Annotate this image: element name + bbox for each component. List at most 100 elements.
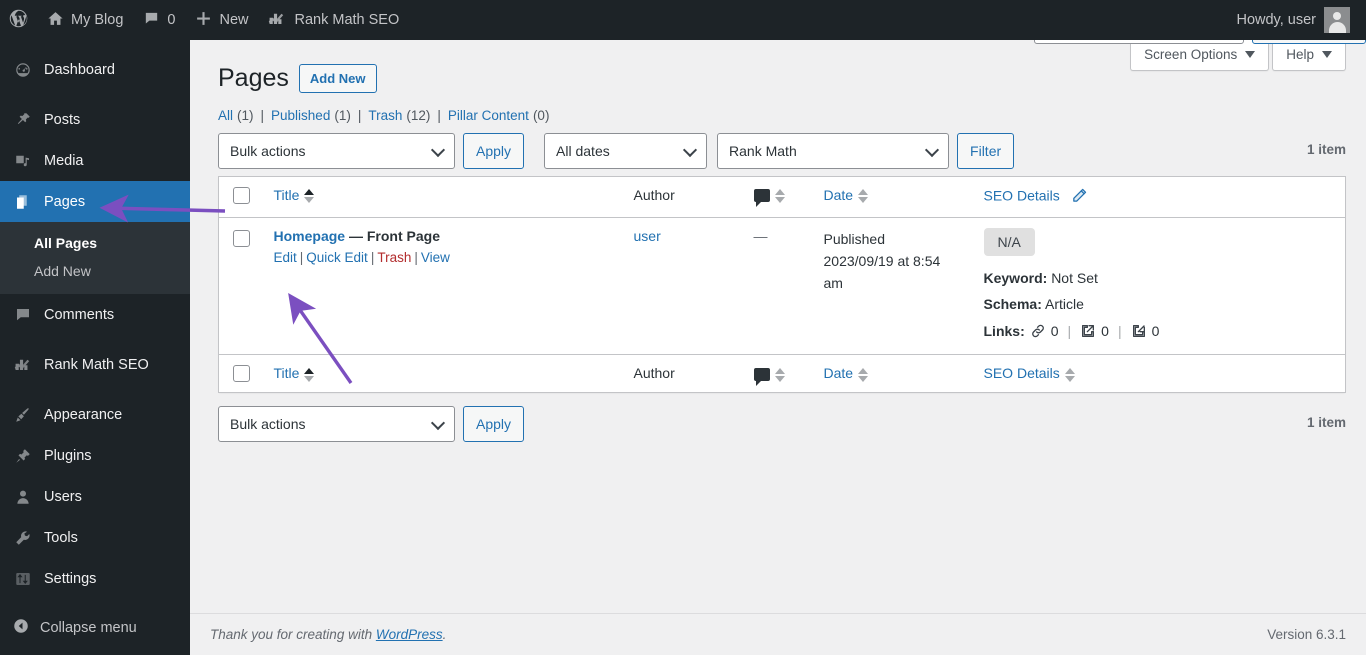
sort-title-link-footer[interactable]: Title (274, 365, 300, 381)
filter-count-trash: (12) (406, 107, 431, 123)
new-content-menu[interactable]: New (185, 0, 258, 40)
quick-edit-row-action[interactable]: Quick Edit (306, 250, 368, 265)
rank-math-menu[interactable]: Rank Math SEO (258, 0, 409, 40)
submenu-item-add-new[interactable]: Add New (0, 257, 190, 285)
table-body: Homepage — Front Page Edit | Quick Edit | Tr… (218, 217, 1346, 355)
column-header-comments[interactable] (743, 176, 814, 218)
seo-details-label[interactable]: SEO Details (984, 187, 1060, 203)
collapse-menu-button[interactable]: Collapse menu (0, 608, 190, 648)
column-footer-seo-details[interactable]: SEO Details (973, 354, 1346, 393)
sidebar-item-label: Tools (44, 529, 78, 546)
submenu-item-all-pages[interactable]: All Pages (0, 229, 190, 257)
sidebar-item-comments[interactable]: Comments (0, 294, 190, 335)
user-avatar[interactable] (1324, 7, 1350, 33)
row-seo-cell: N/A Keyword: Not Set Schema: Article Lin… (974, 217, 1346, 355)
sidebar-item-pages[interactable]: Pages (0, 181, 190, 222)
sort-date-link-footer[interactable]: Date (824, 365, 854, 381)
column-footer-title[interactable]: Title (263, 354, 624, 393)
search-pages-button[interactable]: Search Pages (1252, 40, 1366, 44)
sidebar-item-dashboard[interactable]: Dashboard (0, 49, 190, 90)
filter-link-pillar-content[interactable]: Pillar Content (448, 108, 529, 123)
seo-details-label-footer[interactable]: SEO Details (984, 365, 1060, 381)
sidebar-item-tools[interactable]: Tools (0, 517, 190, 558)
howdy-menu[interactable]: Howdy, user (1226, 0, 1316, 40)
filter-count-pillar-content: (0) (532, 107, 550, 123)
sidebar-item-appearance[interactable]: Appearance (0, 394, 190, 435)
sort-indicator-seo (1064, 367, 1075, 382)
menu-spacer-1 (0, 90, 190, 99)
row-checkbox[interactable] (233, 229, 250, 247)
sidebar-item-users[interactable]: Users (0, 476, 190, 517)
help-button[interactable]: Help (1272, 40, 1346, 71)
collapse-menu-label: Collapse menu (40, 620, 137, 636)
filter-link-trash[interactable]: Trash (368, 108, 402, 123)
add-new-button[interactable]: Add New (298, 63, 377, 93)
column-footer-date[interactable]: Date (813, 354, 974, 393)
seo-keyword-label: Keyword: (983, 269, 1048, 286)
search-input[interactable] (1034, 40, 1245, 44)
sort-date-link[interactable]: Date (824, 187, 854, 203)
footer-thanks-prefix: Thank you for creating with (210, 627, 376, 642)
plus-icon (195, 10, 212, 31)
rank-math-filter-select[interactable]: Rank Math (717, 132, 950, 169)
filter-link-published[interactable]: Published (271, 108, 330, 123)
column-header-seo-details[interactable]: SEO Details (973, 176, 1346, 218)
seo-keyword-line: Keyword: Not Set (984, 265, 1336, 292)
tablenav-bottom: Bulk actions Apply 1 item (218, 405, 1346, 443)
pencil-edit-icon[interactable] (1071, 187, 1088, 207)
external-link-icon (1080, 323, 1096, 339)
rank-math-icon (12, 355, 34, 375)
filter-link-all[interactable]: All (218, 108, 233, 123)
sidebar-item-plugins[interactable]: Plugins (0, 435, 190, 476)
sidebar-item-media[interactable]: Media (0, 140, 190, 181)
seo-schema-line: Schema: Article (984, 291, 1336, 318)
displaying-num-bottom: 1 item (1306, 415, 1346, 431)
tablenav-top: Bulk actions Apply All dates Rank Math F… (218, 132, 1346, 170)
sidebar-item-settings[interactable]: Settings (0, 558, 190, 599)
sidebar-item-label: Appearance (44, 406, 123, 423)
seo-schema-label: Schema: (983, 296, 1042, 313)
edit-row-action[interactable]: Edit (274, 250, 297, 265)
bulk-actions-select[interactable]: Bulk actions (218, 132, 455, 169)
sort-title-link[interactable]: Title (274, 187, 300, 203)
comments-menu[interactable]: 0 (133, 0, 185, 40)
plug-icon (12, 446, 34, 466)
site-name-menu[interactable]: My Blog (37, 0, 133, 40)
row-date-value: 2023/09/19 at 8:54 am (823, 252, 941, 292)
column-author-label: Author (633, 365, 675, 382)
sidebar-item-label: Comments (44, 306, 115, 323)
incoming-link-icon (1131, 323, 1147, 339)
bulk-actions-select-bottom[interactable]: Bulk actions (218, 406, 455, 443)
filter-button[interactable]: Filter (957, 132, 1015, 169)
row-title-link[interactable]: Homepage (274, 228, 346, 244)
row-author-link[interactable]: user (634, 228, 661, 244)
pages-submenu: All Pages Add New (0, 222, 190, 294)
apply-bulk-actions-button-bottom[interactable]: Apply (463, 406, 525, 443)
view-row-action[interactable]: View (421, 250, 450, 265)
filter-link-trash-wrap: Trash (12) | (368, 108, 448, 123)
pages-icon (12, 192, 34, 212)
apply-bulk-actions-button-top[interactable]: Apply (463, 132, 525, 169)
wordpress-logo-button[interactable] (0, 0, 37, 40)
user-icon (12, 487, 34, 507)
sort-indicator-comments (774, 188, 785, 203)
seo-links-line: Links: 0 | 0 | 0 (984, 318, 1336, 345)
date-filter-select[interactable]: All dates (544, 132, 708, 169)
site-name-label: My Blog (71, 12, 124, 28)
column-header-title[interactable]: Title (263, 176, 624, 218)
wordpress-link[interactable]: WordPress (376, 627, 443, 642)
select-all-checkbox-top[interactable] (233, 186, 250, 204)
sidebar-item-label: Dashboard (44, 61, 115, 78)
sidebar-item-posts[interactable]: Posts (0, 99, 190, 140)
sidebar-item-label: Rank Math SEO (44, 356, 149, 373)
trash-row-action[interactable]: Trash (377, 250, 411, 265)
row-author-cell: user (624, 217, 744, 355)
menu-spacer-3 (0, 385, 190, 394)
admin-footer: Thank you for creating with WordPress. V… (190, 613, 1366, 655)
column-footer-comments[interactable] (743, 354, 814, 393)
screen-options-button[interactable]: Screen Options (1130, 40, 1270, 71)
select-all-checkbox-bottom[interactable] (233, 365, 250, 383)
dashboard-icon (12, 60, 34, 80)
column-header-date[interactable]: Date (813, 176, 974, 218)
sidebar-item-rank-math-seo[interactable]: Rank Math SEO (0, 344, 190, 385)
